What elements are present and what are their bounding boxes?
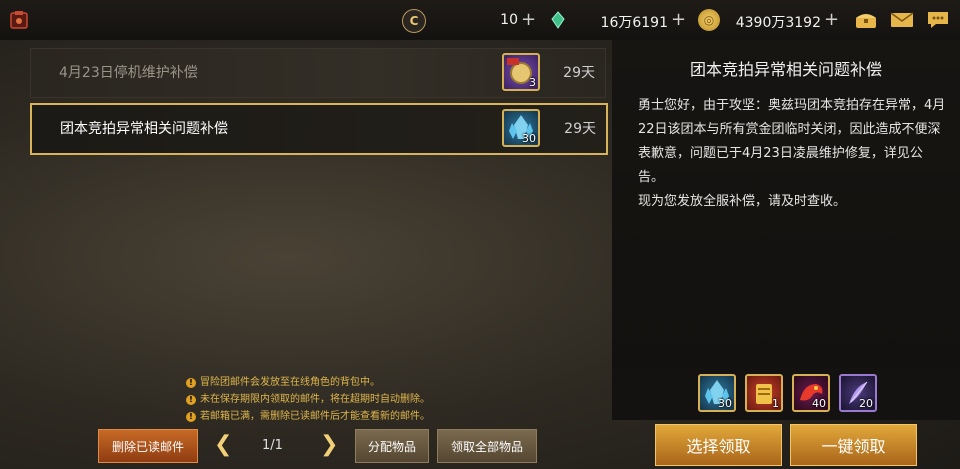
top-bar: C 10 + 16万6191 + ◎ 4390万3192 + bbox=[0, 0, 960, 40]
prev-page-arrow-icon[interactable]: ❮ bbox=[214, 432, 232, 457]
chest-icon[interactable] bbox=[853, 9, 879, 31]
page-indicator: 1/1 bbox=[262, 438, 283, 453]
item-count: 30 bbox=[522, 132, 536, 145]
warning-icon: ! bbox=[186, 395, 196, 405]
item-count: 20 bbox=[859, 397, 873, 410]
gold-coin-icon: ◎ bbox=[698, 9, 720, 31]
notice-text: 若邮箱已满，需删除已读邮件后才能查看新的邮件。 bbox=[200, 411, 430, 422]
distribute-items-button[interactable]: 分配物品 bbox=[355, 429, 429, 463]
item-count: 1 bbox=[772, 397, 779, 410]
chat-icon[interactable] bbox=[925, 9, 951, 31]
next-page-arrow-icon[interactable]: ❯ bbox=[320, 432, 338, 457]
warning-icon: ! bbox=[186, 378, 196, 388]
red-dragon-icon[interactable]: 40 bbox=[792, 374, 830, 412]
add-gem-button[interactable]: + bbox=[671, 11, 686, 29]
notice-text: 冒险团邮件会发放至在线角色的背包中。 bbox=[200, 377, 380, 388]
coin-c-icon: C bbox=[402, 9, 426, 33]
crystal-icon[interactable]: 30 bbox=[698, 374, 736, 412]
gold-scroll-icon[interactable]: 1 bbox=[745, 374, 783, 412]
detail-paragraph: 现为您发放全服补偿，请及时查收。 bbox=[638, 194, 847, 209]
mail-detail-panel: 团本竞拍异常相关问题补偿 勇士您好，由于攻坚：奥兹玛团本竞拍存在异常，4月22日… bbox=[612, 40, 960, 370]
item-count: 40 bbox=[812, 397, 826, 410]
detail-paragraph: 勇士您好，由于攻坚：奥兹玛团本竞拍存在异常，4月22日该团本与所有赏金团临时关闭… bbox=[638, 98, 946, 185]
notice-line: ! 若邮箱已满，需删除已读邮件后才能查看新的邮件。 bbox=[186, 407, 430, 422]
delete-read-mail-button[interactable]: 删除已读邮件 bbox=[98, 429, 198, 463]
item-count: 30 bbox=[718, 397, 732, 410]
purple-feather-icon[interactable]: 20 bbox=[839, 374, 877, 412]
detail-title: 团本竞拍异常相关问题补偿 bbox=[689, 60, 882, 79]
reward-strip: 30 1 40 20 bbox=[612, 368, 960, 420]
gold-medal-icon: 3 bbox=[502, 53, 540, 91]
add-coin-c-button[interactable]: + bbox=[521, 11, 536, 29]
one-click-claim-button[interactable]: 一键领取 bbox=[790, 424, 917, 466]
mail-title: 4月23日停机维护补偿 bbox=[59, 65, 198, 81]
select-claim-button[interactable]: 选择领取 bbox=[655, 424, 782, 466]
detail-body: 勇士您好，由于攻坚：奥兹玛团本竞拍存在异常，4月22日该团本与所有赏金团临时关闭… bbox=[638, 94, 948, 214]
add-gold-button[interactable]: + bbox=[824, 11, 839, 29]
mail-icon[interactable] bbox=[889, 9, 915, 31]
currency-value-gem: 16万6191 bbox=[600, 15, 668, 31]
notice-line: ! 未在保存期限内领取的邮件，将在超期时自动删除。 bbox=[186, 390, 430, 405]
item-count: 3 bbox=[529, 76, 536, 89]
back-icon[interactable] bbox=[6, 9, 32, 31]
currency-value-c: 10 bbox=[500, 12, 518, 28]
currency-value-gold: 4390万3192 bbox=[735, 15, 821, 31]
warning-icon: ! bbox=[186, 412, 196, 422]
notice-line: ! 冒险团邮件会发放至在线角色的背包中。 bbox=[186, 373, 380, 388]
notice-text: 未在保存期限内领取的邮件，将在超期时自动删除。 bbox=[200, 394, 430, 405]
mail-item[interactable]: 4月23日停机维护补偿 3 29天 bbox=[30, 48, 606, 98]
mail-days: 29天 bbox=[563, 65, 595, 81]
claim-all-items-button[interactable]: 领取全部物品 bbox=[437, 429, 537, 463]
mail-title: 团本竞拍异常相关问题补偿 bbox=[60, 121, 228, 137]
crystal-icon: 30 bbox=[502, 109, 540, 147]
mail-item-selected[interactable]: 团本竞拍异常相关问题补偿 30 29天 bbox=[30, 103, 608, 155]
mail-days: 29天 bbox=[564, 121, 596, 137]
green-gem-icon bbox=[547, 9, 569, 31]
